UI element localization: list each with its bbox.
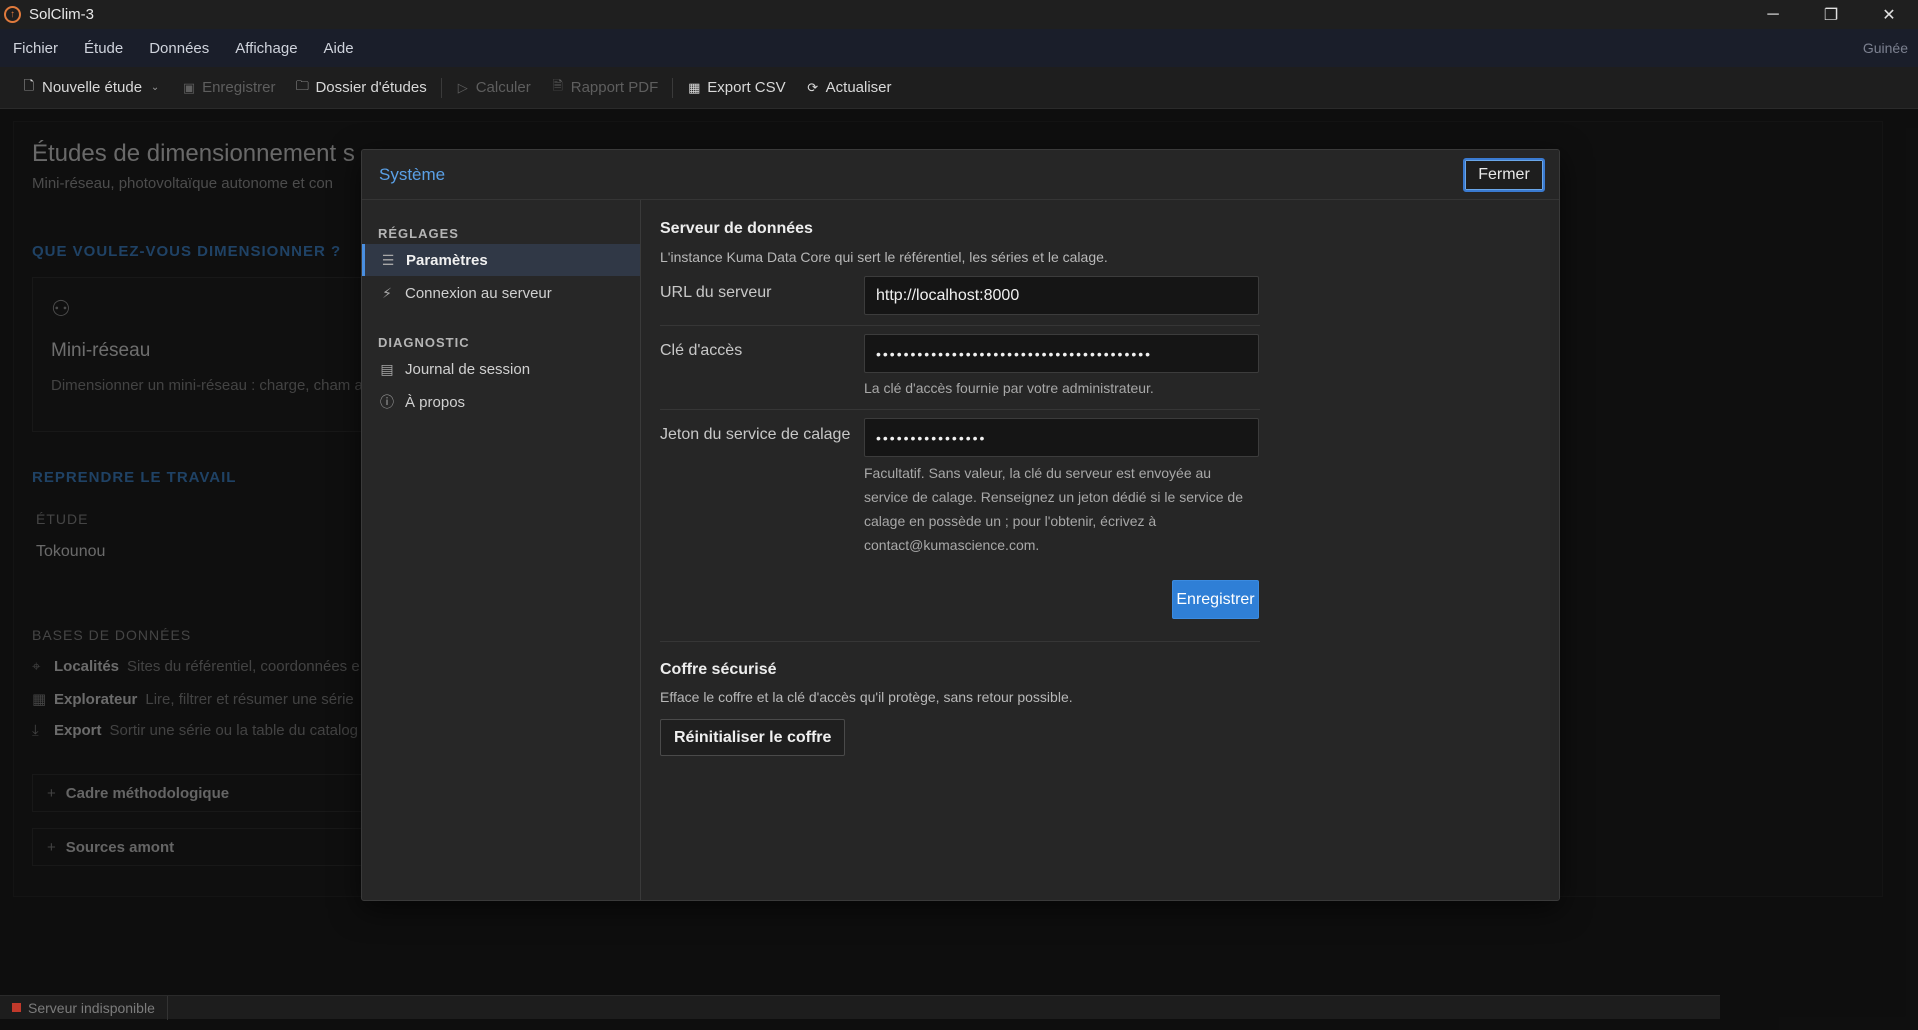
sidebar-item-label: Paramètres [406,251,488,269]
pdf-report-button[interactable]: 🗎 Rapport PDF [541,73,669,103]
document-icon: 🗎 [552,77,563,93]
sidebar-item-label: Connexion au serveur [405,284,552,302]
toolbar: 🗋 Nouvelle étude ⌄ ▣ Enregistrer 🗀 Dossi… [0,67,1918,109]
server-status[interactable]: Serveur indisponible [0,995,168,1020]
divider [660,325,1260,326]
calibration-token-input[interactable]: •••••••••••••••• [864,418,1259,457]
new-study-label: Nouvelle étude [42,79,143,96]
save-button[interactable]: ▣ Enregistrer [172,73,285,103]
sidebar-section-settings: RÉGLAGES [378,226,459,241]
data-server-description: L'instance Kuma Data Core qui sert le ré… [660,249,1108,265]
minimize-button[interactable]: ─ [1744,0,1802,29]
access-key-input[interactable]: •••••••••••••••••••••••••••••••••••••••• [864,334,1259,373]
menu-etude[interactable]: Étude [71,40,136,57]
sidebar-item-parameters[interactable]: ☰ Paramètres [362,244,640,276]
close-window-button[interactable]: ✕ [1860,0,1918,29]
new-file-icon: 🗋 [23,77,35,93]
app-logo-icon: ↑ [4,6,21,23]
title-bar: ↑ SolClim-3 ─ ❐ ✕ [0,0,1918,29]
toolbar-separator [440,77,442,98]
studies-folder-button[interactable]: 🗀 Dossier d'études [285,73,436,103]
vault-description: Efface le coffre et la clé d'accès qu'il… [660,689,1073,705]
dialog-content: Serveur de données L'instance Kuma Data … [642,200,1559,900]
dialog-title: Système [379,165,446,184]
sidebar-item-connection[interactable]: ⚡ Connexion au serveur [362,277,640,309]
save-settings-button[interactable]: Enregistrer [1172,580,1259,619]
server-status-label: Serveur indisponible [28,999,155,1016]
menu-donnees[interactable]: Données [136,40,222,57]
menu-bar: Fichier Étude Données Affichage Aide Gui… [0,29,1918,67]
refresh-icon: ⟳ [807,79,819,95]
region-label: Guinée [1862,40,1908,56]
scroll-icon: ▤ [380,360,394,377]
server-url-input[interactable]: http://localhost:8000 [864,276,1259,315]
chevron-down-icon: ⌄ [150,82,160,93]
vault-title: Coffre sécurisé [660,661,777,678]
save-label: Enregistrer [202,79,276,96]
table-icon: ▦ [688,79,701,95]
status-indicator-icon [12,1003,21,1012]
system-dialog: Système Fermer RÉGLAGES ☰ Paramètres ⚡ C… [361,149,1560,901]
toolbar-separator [672,77,674,98]
sidebar-section-diagnostic: DIAGNOSTIC [378,335,470,350]
pdf-report-label: Rapport PDF [570,79,659,96]
access-key-label: Clé d'accès [660,342,743,359]
window-controls: ─ ❐ ✕ [1744,0,1918,29]
calibration-token-help: Facultatif. Sans valeur, la clé du serve… [864,465,1244,553]
sidebar-item-about[interactable]: ⓘ À propos [362,386,640,418]
data-server-title: Serveur de données [660,220,813,237]
divider [660,409,1260,410]
refresh-button[interactable]: ⟳ Actualiser [796,73,902,103]
close-dialog-button[interactable]: Fermer [1463,158,1545,192]
play-icon: ▷ [457,79,468,95]
restore-button[interactable]: ❐ [1802,0,1860,29]
export-csv-button[interactable]: ▦ Export CSV [677,73,795,103]
export-csv-label: Export CSV [707,79,786,96]
sidebar-item-label: À propos [405,393,466,411]
dialog-sidebar: RÉGLAGES ☰ Paramètres ⚡ Connexion au ser… [362,200,641,900]
studies-folder-label: Dossier d'études [315,79,427,96]
status-bar: Serveur indisponible [0,995,1720,1020]
sliders-icon: ☰ [381,251,395,268]
new-study-button[interactable]: 🗋 Nouvelle étude ⌄ [12,73,172,103]
sidebar-item-journal[interactable]: ▤ Journal de session [362,353,640,385]
menu-aide[interactable]: Aide [311,40,367,57]
sidebar-item-label: Journal de session [405,360,531,378]
plug-icon: ⚡ [382,284,392,301]
reset-vault-button[interactable]: Réinitialiser le coffre [660,719,846,756]
info-icon: ⓘ [380,394,394,410]
dialog-header: Système Fermer [362,150,1559,200]
app-title: SolClim-3 [29,6,95,23]
divider [660,641,1260,642]
menu-fichier[interactable]: Fichier [0,40,71,57]
refresh-label: Actualiser [825,79,892,96]
save-icon: ▣ [182,79,196,95]
compute-label: Calculer [475,79,531,96]
menu-affichage[interactable]: Affichage [222,40,310,57]
access-key-help: La clé d'accès fournie par votre adminis… [864,380,1154,396]
folder-icon: 🗀 [295,77,309,93]
calibration-token-label: Jeton du service de calage [660,426,851,443]
url-label: URL du serveur [660,284,772,301]
compute-button[interactable]: ▷ Calculer [446,73,541,103]
